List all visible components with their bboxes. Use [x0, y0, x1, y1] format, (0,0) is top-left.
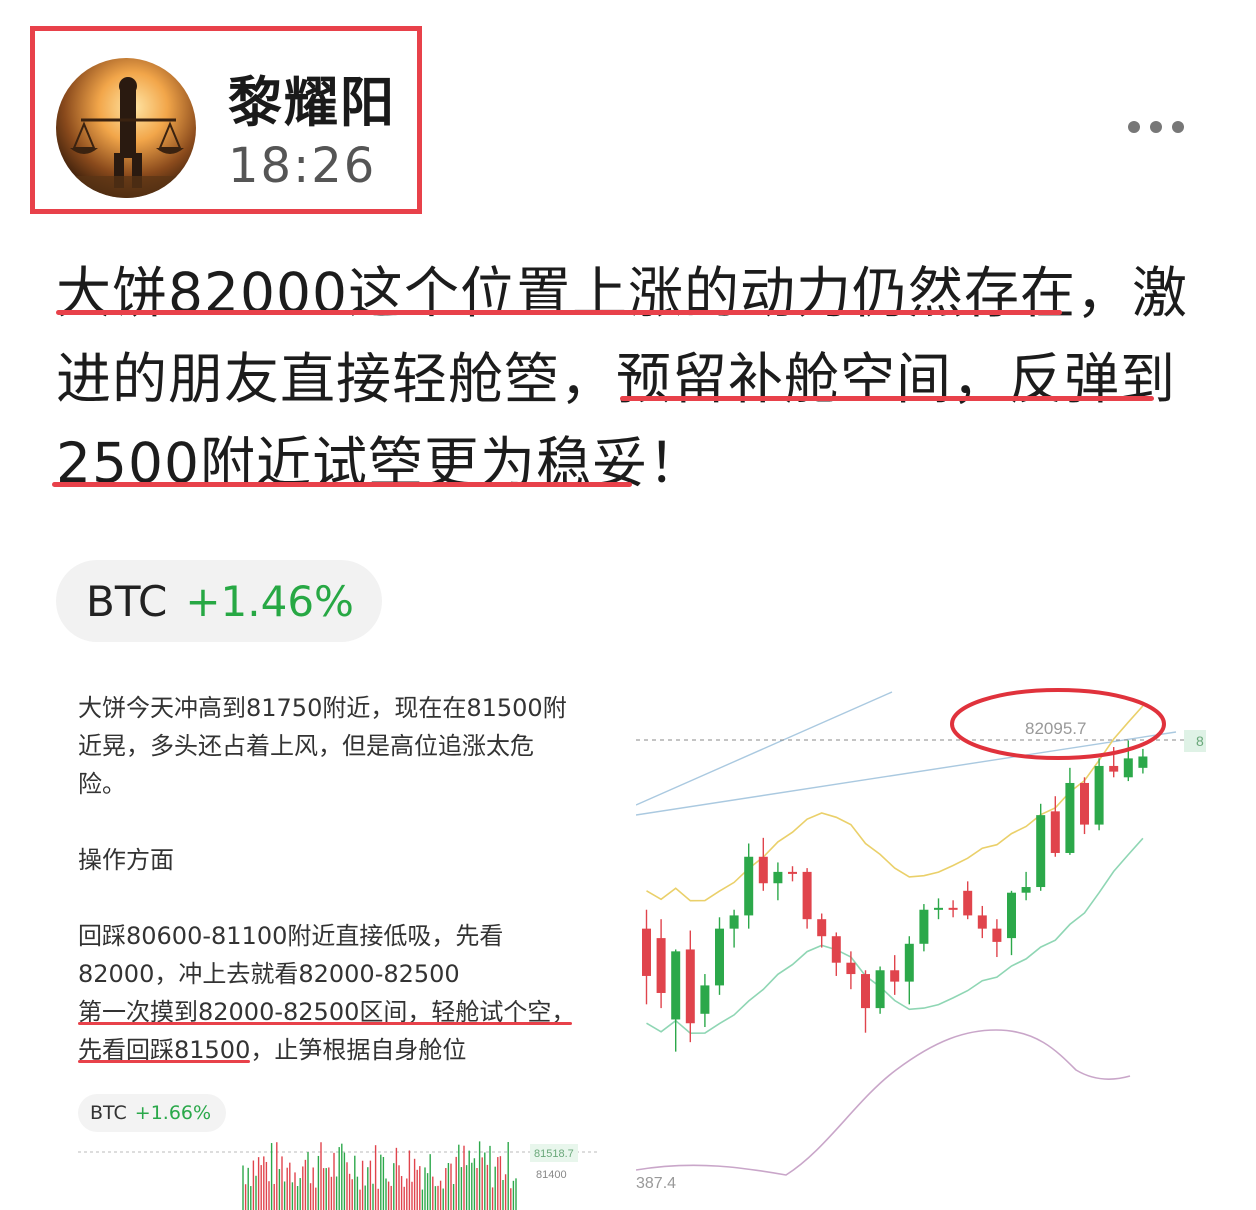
candle-up [700, 985, 710, 1014]
dot-icon [1172, 121, 1184, 133]
embedded-text-line: 大饼今天冲高到81750附近，现在在81500附 [78, 694, 567, 722]
candle-down [802, 871, 812, 920]
ticker-symbol: BTC [90, 1102, 127, 1124]
candlestick-chart: 82095.7 8 387.4 [636, 688, 1206, 1192]
avatar-image [56, 58, 196, 198]
post-time: 18:26 [228, 138, 377, 194]
candle-down [817, 919, 827, 937]
candle-up [1065, 782, 1075, 853]
candle-down [758, 856, 768, 884]
candle-down [656, 938, 666, 993]
candle-up [904, 943, 914, 982]
candle-down [685, 949, 695, 1024]
author-name[interactable]: 黎耀阳 [228, 58, 396, 137]
candle-up [1094, 765, 1104, 825]
candle-down [1050, 811, 1060, 853]
embedded-text-line: 近晃，多头还占着上风，但是高位追涨太危 [78, 732, 534, 760]
candle-up [1007, 892, 1016, 939]
underline-mark [78, 1060, 250, 1063]
price-annotation: 82095.7 [1025, 719, 1086, 738]
candle-down [992, 928, 1002, 942]
avatar[interactable] [56, 58, 196, 198]
ticker-change: +1.46% [185, 576, 354, 626]
candle-down [861, 974, 870, 1009]
underline-mark [52, 482, 632, 487]
candle-up [875, 970, 885, 1009]
underline-mark [56, 310, 1062, 315]
candle-down [642, 928, 651, 976]
candle-up [1138, 756, 1148, 768]
candle-down [1080, 782, 1089, 825]
embedded-text-line: 82000，冲上去就看82000-82500 [78, 960, 460, 988]
candle-down [890, 970, 900, 982]
mini-price-tag: 81518.7 [534, 1148, 574, 1160]
candle-up [671, 951, 681, 1020]
candle-down [846, 962, 856, 975]
candle-up [934, 907, 943, 910]
more-options-button[interactable] [1128, 112, 1208, 142]
mini-level-label: 81400 [536, 1169, 567, 1181]
dot-icon [1150, 121, 1162, 133]
indicator-value-label: 387.4 [636, 1175, 676, 1192]
embedded-text-line: 险。 [78, 770, 126, 798]
embedded-text-line: 回踩80600-81100附近直接低吸，先看 [78, 922, 504, 950]
candle-up [773, 871, 783, 884]
candle-down [788, 871, 797, 874]
candle-up [729, 915, 739, 929]
trend-line [636, 691, 893, 806]
underline-mark [78, 1022, 572, 1025]
candles [642, 740, 1148, 1052]
candle-up [1036, 815, 1046, 888]
ticker-chip[interactable]: BTC +1.46% [56, 560, 382, 642]
candle-down [831, 936, 841, 963]
post-text-line: 大饼82000这个位置上涨的动力仍然存在，激 [56, 261, 1188, 325]
post-text-line: 进的朋友直接轻舱箜，预留补舱空间，反弹到 [56, 347, 1177, 411]
ticker-symbol: BTC [86, 576, 168, 626]
candle-up [1123, 758, 1133, 778]
candle-down [963, 890, 973, 916]
indicator-line-purple [636, 1029, 1131, 1176]
candle-down [1109, 765, 1119, 772]
candle-down [977, 915, 987, 929]
candle-up [1021, 887, 1031, 893]
embedded-ticker-chip[interactable]: BTC +1.66% [78, 1094, 226, 1132]
candle-down [948, 907, 958, 910]
price-tag-label: 8 [1196, 733, 1204, 749]
dot-icon [1128, 121, 1140, 133]
mini-price-chart: 81518.7 81400 [78, 1141, 598, 1210]
candle-up [715, 928, 724, 986]
candle-up [744, 856, 754, 916]
ticker-change: +1.66% [134, 1102, 212, 1124]
embedded-text-line: 操作方面 [78, 846, 174, 874]
candle-up [919, 909, 929, 944]
underline-mark [620, 396, 1154, 401]
